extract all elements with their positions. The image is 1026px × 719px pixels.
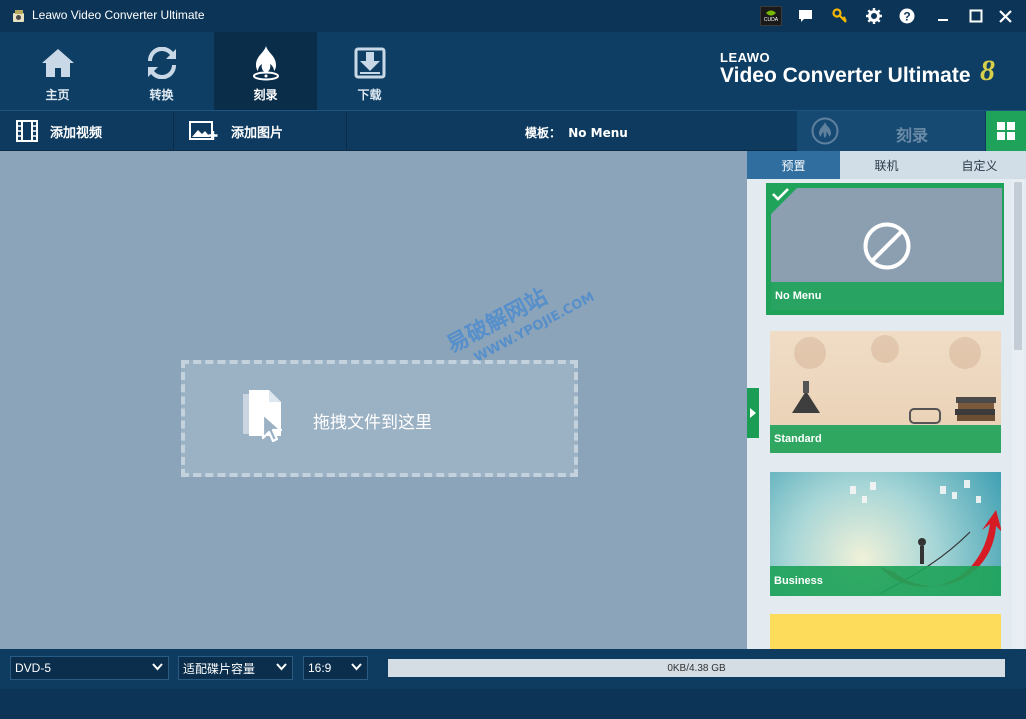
- toolbar-divider: [173, 111, 174, 151]
- brand-product-name: Video Converter Ultimate: [720, 64, 971, 87]
- nav-convert[interactable]: 转换: [110, 32, 213, 110]
- chevron-right-icon: [750, 408, 756, 418]
- register-key-icon[interactable]: [828, 6, 852, 26]
- nav-label: 主页: [45, 88, 70, 102]
- chevron-down-icon: [351, 663, 362, 671]
- template-tabs: 预置 联机 自定义: [747, 151, 1026, 179]
- convert-icon: [146, 46, 178, 80]
- main-nav: 主页 转换 刻录 下载 LEAWO Video Converter Ultima…: [0, 32, 1026, 110]
- scrollbar-thumb[interactable]: [1014, 182, 1022, 350]
- burn-icon: [249, 46, 283, 81]
- disc-type-value: DVD-5: [15, 661, 52, 675]
- title-bar: Leawo Video Converter Ultimate CUDA ?: [0, 0, 1026, 32]
- template-card-business[interactable]: Business: [770, 472, 1001, 596]
- template-grid-button[interactable]: [986, 111, 1026, 151]
- template-name: No Menu: [771, 282, 1002, 310]
- watermark: 易破解网站 WWW.YPOJIE.COM: [440, 260, 597, 375]
- nav-label: 刻录: [253, 88, 278, 102]
- template-name: Standard: [770, 425, 1001, 453]
- nav-home[interactable]: 主页: [6, 32, 109, 110]
- nav-label: 转换: [149, 88, 174, 102]
- template-card-partial[interactable]: [770, 614, 1001, 649]
- window-title: Leawo Video Converter Ultimate: [32, 8, 205, 22]
- disc-type-select[interactable]: DVD-5: [10, 656, 169, 680]
- tab-custom[interactable]: 自定义: [933, 151, 1026, 179]
- disc-capacity-bar: 0KB/4.38 GB: [388, 659, 1005, 677]
- help-icon[interactable]: ?: [895, 6, 919, 26]
- template-value: No Menu: [568, 126, 628, 140]
- settings-gear-icon[interactable]: [862, 6, 886, 26]
- status-bar: [0, 689, 1026, 719]
- panel-toggle-button[interactable]: [747, 388, 759, 438]
- template-name: Business: [770, 566, 1001, 596]
- nav-label: 下载: [357, 88, 382, 102]
- file-drop-area[interactable]: 拖拽文件到这里 易破解网站 WWW.YPOJIE.COM: [0, 151, 747, 649]
- nav-burn[interactable]: 刻录: [214, 32, 317, 110]
- burn-disc-icon: [811, 117, 839, 145]
- template-card-no-menu[interactable]: No Menu: [771, 188, 1002, 310]
- home-icon: [40, 46, 76, 80]
- add-video-label: 添加视频: [50, 125, 103, 141]
- cuda-label: CUDA: [763, 17, 779, 23]
- fit-mode-select[interactable]: 适配碟片容量: [178, 656, 293, 680]
- nav-download[interactable]: 下载: [318, 32, 421, 110]
- add-image-icon: [189, 121, 219, 141]
- drop-hint-text: 拖拽文件到这里: [313, 413, 432, 433]
- feedback-icon[interactable]: [793, 6, 817, 26]
- template-indicator: 模板： No Menu: [525, 124, 628, 141]
- aspect-ratio-select[interactable]: 16:9: [303, 656, 368, 680]
- toolbar-divider: [346, 111, 347, 151]
- burn-label: 刻录: [896, 126, 929, 145]
- add-photo-button[interactable]: 添加图片: [189, 111, 283, 151]
- add-video-button[interactable]: 添加视频: [16, 111, 102, 151]
- download-icon: [353, 46, 387, 80]
- burn-button[interactable]: [797, 111, 985, 151]
- brand-version: 8: [980, 54, 995, 87]
- capacity-text: 0KB/4.38 GB: [667, 662, 726, 674]
- grid-icon: [997, 122, 1015, 140]
- no-menu-icon: [863, 222, 911, 270]
- close-icon[interactable]: [993, 6, 1017, 26]
- tab-preset[interactable]: 预置: [747, 151, 840, 179]
- app-window: Leawo Video Converter Ultimate CUDA ? 主页…: [0, 0, 1026, 719]
- brand-leawo: LEAWO: [720, 50, 771, 65]
- cuda-badge-icon: CUDA: [760, 6, 782, 26]
- tab-online[interactable]: 联机: [840, 151, 933, 179]
- add-photo-label: 添加图片: [231, 125, 284, 141]
- maximize-icon[interactable]: [964, 6, 988, 26]
- app-logo-icon: [11, 8, 27, 24]
- fit-mode-value: 适配碟片容量: [183, 661, 256, 676]
- template-card-standard[interactable]: Standard: [770, 331, 1001, 453]
- svg-text:?: ?: [903, 10, 910, 24]
- selected-check-icon: [767, 184, 801, 218]
- template-label: 模板：: [525, 126, 562, 140]
- aspect-ratio-value: 16:9: [308, 661, 332, 675]
- film-strip-icon: [16, 120, 38, 142]
- chevron-down-icon: [152, 663, 163, 671]
- burn-toolbar: 添加视频 添加图片 模板： No Menu 刻录: [0, 110, 1026, 151]
- chevron-down-icon: [276, 663, 287, 671]
- minimize-icon[interactable]: [931, 6, 955, 26]
- drag-file-icon: [239, 388, 291, 448]
